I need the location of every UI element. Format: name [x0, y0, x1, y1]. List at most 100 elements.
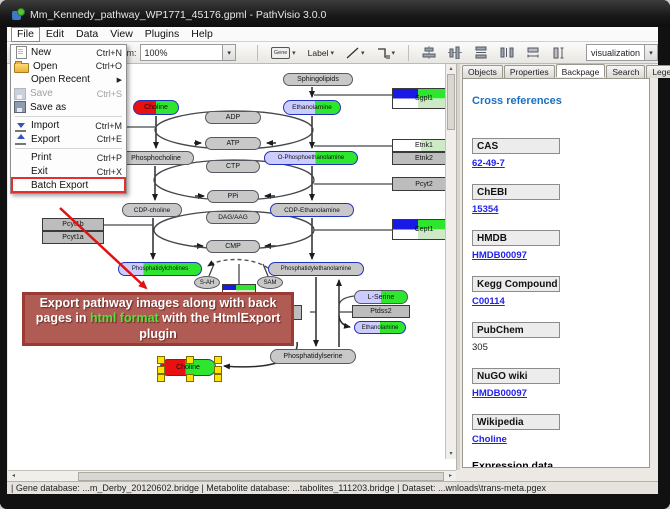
file-menu-item-print[interactable]: PrintCtrl+P — [12, 151, 125, 165]
selection-handle[interactable] — [157, 374, 165, 382]
menu-help[interactable]: Help — [185, 28, 219, 41]
node-cdp-ethanolamine[interactable]: CDP-Ethanolamine — [270, 203, 354, 217]
gene-node-button[interactable]: Gene ▾ — [267, 43, 300, 62]
chevron-down-icon[interactable]: ▾ — [292, 49, 296, 57]
file-menu-item-batch-export[interactable]: Batch Export — [12, 178, 125, 192]
backpage-link[interactable]: Choline — [472, 434, 507, 445]
menu-item-label: Exit — [31, 166, 97, 177]
node-adp[interactable]: ADP — [205, 111, 261, 124]
selection-handle[interactable] — [214, 366, 222, 374]
label-button[interactable]: Label ▾ — [304, 43, 338, 62]
distribute-horizontal-button[interactable] — [496, 43, 518, 62]
canvas-vertical-scrollbar[interactable]: ▴ ▾ — [445, 64, 456, 459]
node-sphingolipids[interactable]: Sphingolipids — [283, 73, 353, 86]
title-bar[interactable]: Mm_Kennedy_pathway_WP1771_45176.gpml - P… — [0, 0, 670, 27]
scroll-down-icon[interactable]: ▾ — [446, 449, 456, 459]
elbow-connector-button[interactable]: ▾ — [373, 43, 400, 62]
selection-handle[interactable] — [157, 356, 165, 364]
node-ptdss2[interactable]: Ptdss2 — [352, 305, 410, 318]
common-width-icon — [526, 46, 540, 59]
node-s-ah[interactable]: S-AH — [194, 276, 220, 289]
chevron-down-icon[interactable]: ▾ — [222, 45, 235, 60]
node-ethanolamine-2[interactable]: Ethanolamine — [354, 321, 406, 334]
scrollbar-thumb[interactable] — [447, 74, 455, 130]
file-menu-item-open-recent[interactable]: Open Recent▶ — [12, 73, 125, 87]
node-ethanolamine[interactable]: Ethanolamine — [283, 100, 341, 115]
file-menu-item-import[interactable]: ImportCtrl+M — [12, 119, 125, 133]
tab-backpage[interactable]: Backpage — [556, 64, 606, 77]
node-choline[interactable]: Choline — [133, 100, 179, 115]
node-phosphatidylserine[interactable]: Phosphatidylserine — [270, 349, 356, 364]
node-phosphatidylcholines[interactable]: Phosphatidylcholines — [118, 262, 202, 276]
menu-item-label: Save — [30, 88, 97, 99]
file-menu-item-save[interactable]: SaveCtrl+S — [12, 87, 125, 101]
menu-edit[interactable]: Edit — [40, 28, 70, 41]
toolbar-separator — [408, 45, 409, 61]
node-choline-selected[interactable]: Choline — [160, 359, 216, 376]
backpage-section-value: HMDB00097 — [472, 388, 649, 400]
backpage-section-value: 62-49-7 — [472, 158, 649, 170]
node-pcyt1a[interactable]: Pcyt1a — [42, 231, 104, 244]
common-height-button[interactable] — [548, 43, 570, 62]
node-cdp-choline[interactable]: CDP-choline — [122, 203, 182, 217]
line-button[interactable]: ▾ — [342, 43, 369, 62]
node-sam[interactable]: SAM — [257, 276, 283, 289]
menu-item-shortcut: Ctrl+M — [95, 121, 122, 131]
common-width-button[interactable] — [522, 43, 544, 62]
file-menu-item-new[interactable]: NewCtrl+N — [12, 46, 125, 60]
scrollbar-thumb[interactable] — [78, 472, 444, 481]
expression-data-heading: Expression data — [472, 460, 649, 468]
file-menu-item-export[interactable]: ExportCtrl+E — [12, 133, 125, 147]
chevron-down-icon[interactable]: ▾ — [361, 49, 365, 57]
backpage-link[interactable]: 15354 — [472, 204, 498, 215]
selection-handle[interactable] — [186, 356, 194, 364]
backpage-link[interactable]: 62-49-7 — [472, 158, 505, 169]
visualization-combobox[interactable]: visualization ▾ — [586, 44, 658, 61]
chevron-down-icon[interactable]: ▾ — [330, 49, 334, 57]
node-phosphocholine[interactable]: Phosphocholine — [118, 151, 194, 165]
tab-legend[interactable]: Legend — [646, 65, 670, 78]
menu-file[interactable]: File — [11, 27, 40, 42]
scroll-up-icon[interactable]: ▴ — [446, 64, 456, 74]
selection-handle[interactable] — [214, 374, 222, 382]
selection-handle[interactable] — [186, 374, 194, 382]
file-menu-item-open[interactable]: OpenCtrl+O — [12, 60, 125, 74]
selection-handle[interactable] — [157, 366, 165, 374]
file-menu-item-save-as[interactable]: Save as — [12, 100, 125, 114]
open-icon — [14, 63, 29, 73]
chevron-down-icon[interactable]: ▾ — [392, 49, 396, 57]
file-menu-item-exit[interactable]: ExitCtrl+X — [12, 165, 125, 179]
align-center-vertical-button[interactable] — [444, 43, 466, 62]
distribute-vertical-button[interactable] — [470, 43, 492, 62]
menu-data[interactable]: Data — [70, 28, 104, 41]
node-ctp[interactable]: CTP — [206, 160, 260, 173]
node-phosphatidylethanolamine[interactable]: Phosphatidylethanolamine — [268, 262, 364, 276]
tab-objects[interactable]: Objects — [462, 65, 503, 78]
backpage-link[interactable]: C00114 — [472, 296, 505, 307]
menu-item-label: Open Recent — [31, 74, 117, 85]
backpage-section-header: ChEBI — [472, 184, 560, 200]
elbow-connector-icon — [377, 47, 390, 59]
tab-properties[interactable]: Properties — [504, 65, 555, 78]
menu-item-shortcut: Ctrl+E — [97, 134, 122, 144]
node-o-phosphoethanolamine[interactable]: O-Phosphoethanolamine — [264, 151, 358, 165]
node-dag-aag[interactable]: DAG/AAG — [206, 211, 260, 224]
new-icon — [16, 46, 27, 59]
backpage-section-header: Wikipedia — [472, 414, 560, 430]
backpage-section-value: C00114 — [472, 296, 649, 308]
zoom-combobox[interactable]: 100% ▾ — [140, 44, 237, 61]
tab-search[interactable]: Search — [606, 65, 645, 78]
node-ppi[interactable]: PPi — [207, 190, 259, 203]
node-l-serine[interactable]: L-Serine — [354, 290, 408, 304]
node-pcyt1b[interactable]: Pcyt1b — [42, 218, 104, 231]
chevron-down-icon[interactable]: ▾ — [644, 45, 657, 60]
node-cmp[interactable]: CMP — [206, 240, 260, 253]
menu-plugins[interactable]: Plugins — [139, 28, 185, 41]
menu-view[interactable]: View — [104, 28, 139, 41]
selection-handle[interactable] — [214, 356, 222, 364]
align-center-horizontal-button[interactable] — [418, 43, 440, 62]
distribute-horizontal-icon — [500, 46, 514, 59]
node-atp[interactable]: ATP — [205, 137, 261, 150]
backpage-link[interactable]: HMDB00097 — [472, 250, 527, 261]
backpage-link[interactable]: HMDB00097 — [472, 388, 527, 399]
